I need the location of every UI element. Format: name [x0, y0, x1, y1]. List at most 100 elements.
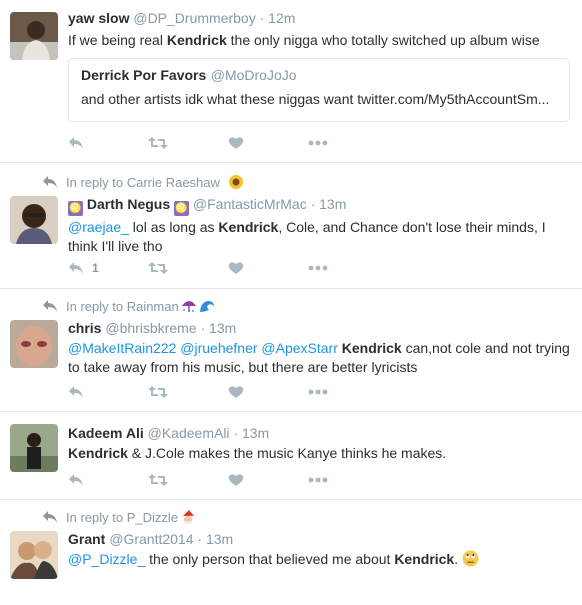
quoted-text: and other artists idk what these niggas … [81, 91, 550, 107]
reply-context-text: In reply to P_Dizzle [66, 509, 178, 525]
zodiac-badge-icon: ♌ [68, 201, 83, 216]
user-handle[interactable]: @bhrisbkreme [105, 320, 196, 336]
reply-count: 1 [92, 261, 99, 275]
text-segment: If we being real [68, 32, 167, 48]
retweet-button[interactable] [148, 136, 228, 150]
retweet-icon [148, 262, 168, 274]
tweet-header: chris @bhrisbkreme · 13m [68, 319, 570, 337]
timestamp[interactable]: · 13m [201, 320, 237, 336]
more-icon [308, 477, 328, 483]
like-button[interactable] [228, 385, 308, 399]
avatar[interactable] [10, 320, 58, 368]
like-button[interactable] [228, 473, 308, 487]
tweet-text: @raejae_ lol as long as Kendrick, Cole, … [68, 218, 570, 256]
reply-context-text: In reply to Rainman [66, 298, 179, 314]
retweet-icon [148, 474, 168, 486]
reply-context[interactable]: In reply to Carrie Raeshaw [42, 174, 244, 190]
retweet-icon [148, 137, 168, 149]
reply-button[interactable] [68, 385, 148, 399]
avatar[interactable] [10, 531, 58, 579]
tweet[interactable]: In reply to Carrie Raeshaw ♌ Darth Negus… [0, 163, 582, 289]
user-name[interactable]: Kadeem Ali [68, 425, 144, 441]
reply-arrow-icon [43, 176, 57, 188]
more-button[interactable] [308, 265, 388, 271]
text-segment: the only person that believed me about [145, 551, 395, 567]
tweet-actions [68, 133, 388, 153]
more-button[interactable] [308, 477, 388, 483]
like-button[interactable] [228, 261, 308, 275]
heart-icon [228, 137, 244, 149]
tweet-header: Kadeem Ali @KadeemAli · 13m [68, 424, 570, 442]
reply-arrow-icon [43, 511, 57, 523]
reply-icon [69, 474, 83, 486]
reply-icon [69, 137, 83, 149]
quoted-tweet[interactable]: Derrick Por Favors @MoDroJoJo and other … [68, 58, 570, 122]
sunflower-icon [228, 175, 243, 189]
text-segment: & J.Cole makes the music Kanye thinks he… [127, 445, 447, 461]
more-icon [308, 265, 328, 271]
text-segment: . [454, 551, 459, 567]
highlighted-term: Kendrick [68, 445, 128, 461]
timestamp[interactable]: · 12m [260, 10, 296, 26]
more-icon [308, 389, 328, 395]
tweet[interactable]: In reply to P_Dizzle Grant @Grantt2014 ·… [0, 500, 582, 605]
reply-context[interactable]: In reply to Rainman [42, 298, 215, 314]
tweet-header: ♌ Darth Negus ♌ @FantasticMrMac · 13m [68, 195, 570, 216]
heart-icon [228, 262, 244, 274]
avatar[interactable] [10, 12, 58, 60]
highlighted-term: Kendrick [166, 32, 227, 48]
reply-icon [69, 262, 83, 274]
like-button[interactable] [228, 136, 308, 150]
umbrella-rain-icon [181, 301, 196, 312]
highlighted-term: Kendrick [341, 340, 402, 356]
tweet[interactable]: In reply to Rainman chris @bhrisbkreme ·… [0, 289, 582, 412]
retweet-icon [148, 386, 168, 398]
tweet[interactable]: Kadeem Ali @KadeemAli · 13m Kendrick & J… [0, 412, 582, 500]
quoted-user-handle: @MoDroJoJo [210, 67, 297, 83]
mention-link[interactable]: @raejae_ [68, 219, 129, 235]
avatar[interactable] [10, 196, 58, 244]
more-button[interactable] [308, 389, 388, 395]
reply-button[interactable]: 1 [68, 261, 148, 275]
user-name[interactable]: yaw slow [68, 10, 129, 26]
tweet[interactable]: yaw slow @DP_Drummerboy · 12m If we bein… [0, 0, 582, 163]
user-name[interactable]: Grant [68, 531, 105, 547]
reply-button[interactable] [68, 136, 148, 150]
reply-button[interactable] [68, 473, 148, 487]
user-handle[interactable]: @KadeemAli [148, 425, 230, 441]
retweet-button[interactable] [148, 473, 228, 487]
highlighted-term: Kendrick [394, 551, 455, 567]
mention-link[interactable]: @P_Dizzle_ [68, 551, 145, 567]
heart-icon [228, 386, 244, 398]
text-segment: lol as long as [128, 219, 219, 235]
retweet-button[interactable] [148, 261, 228, 275]
timestamp[interactable]: · 13m [197, 531, 233, 547]
user-name[interactable]: chris [68, 320, 101, 336]
tweet-header: Grant @Grantt2014 · 13m [68, 530, 570, 548]
user-handle[interactable]: @Grantt2014 [109, 531, 193, 547]
reply-arrow-icon [43, 300, 57, 312]
avatar[interactable] [10, 424, 58, 472]
tweet-actions [68, 382, 388, 402]
more-icon [308, 140, 328, 146]
tweet-text: Kendrick & J.Cole makes the music Kanye … [68, 444, 570, 463]
reply-context[interactable]: In reply to P_Dizzle [42, 509, 196, 525]
user-handle[interactable]: @FantasticMrMac [193, 196, 307, 212]
timestamp[interactable]: · 13m [311, 196, 347, 212]
reply-context-text: In reply to Carrie Raeshaw [66, 174, 220, 190]
santa-icon [181, 510, 195, 524]
tweet-header: yaw slow @DP_Drummerboy · 12m [68, 9, 570, 27]
tweet-text: @MakeItRain222 @jruehefner @ApexStarr Ke… [68, 339, 570, 377]
mention-links[interactable]: @MakeItRain222 @jruehefner @ApexStarr [68, 340, 338, 356]
more-button[interactable] [308, 140, 388, 146]
user-handle[interactable]: @DP_Drummerboy [133, 10, 255, 26]
zodiac-badge-icon: ♌ [174, 201, 190, 216]
tweet-actions: 1 [68, 258, 388, 278]
retweet-button[interactable] [148, 385, 228, 399]
rolling-eyes-icon [462, 550, 479, 567]
reply-icon [69, 386, 83, 398]
timestamp[interactable]: · 13m [233, 425, 269, 441]
tweet-text: If we being real Kendrick the only nigga… [68, 31, 570, 50]
quoted-user-name: Derrick Por Favors [81, 67, 207, 83]
user-name[interactable]: Darth Negus [87, 196, 170, 212]
